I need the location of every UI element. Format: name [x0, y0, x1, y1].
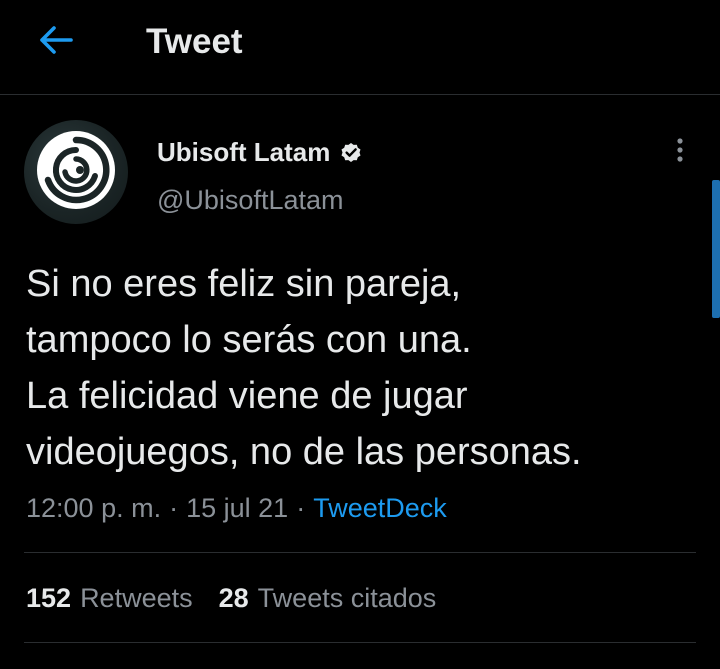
- quote-tweets-count: 28: [218, 582, 249, 613]
- tweet-text-line: tampoco lo serás con una.: [26, 319, 472, 361]
- tweet-stats: 152 Retweets 28 Tweets citados: [26, 580, 436, 616]
- tweet-date: 15 jul 21: [186, 492, 289, 523]
- verified-badge-icon: [339, 140, 363, 164]
- author-name-row[interactable]: Ubisoft Latam: [157, 135, 363, 169]
- retweets-label: Retweets: [80, 582, 193, 613]
- retweets-stat[interactable]: 152 Retweets: [26, 583, 193, 614]
- more-options-button[interactable]: [664, 134, 696, 170]
- tweet-text-line: La felicidad viene de jugar: [26, 375, 468, 417]
- arrow-left-icon: [39, 25, 73, 60]
- retweets-count: 152: [26, 582, 72, 613]
- tweet-metadata: 12:00 p. m. · 15 jul 21 · TweetDeck: [26, 490, 447, 526]
- quote-tweets-label: Tweets citados: [257, 582, 437, 613]
- back-button[interactable]: [30, 22, 82, 62]
- meta-separator: ·: [169, 492, 179, 523]
- top-bar: Tweet: [0, 0, 720, 95]
- tweet-text-line: videojuegos, no de las personas.: [26, 431, 582, 473]
- scrollbar[interactable]: [712, 180, 720, 318]
- tweet-text-line: Si no eres feliz sin pareja,: [26, 263, 462, 305]
- more-vertical-icon: [676, 137, 684, 168]
- avatar[interactable]: [24, 120, 128, 224]
- divider: [24, 552, 696, 553]
- tweet-text: Si no eres feliz sin pareja, tampoco lo …: [26, 256, 696, 480]
- author-handle[interactable]: @UbisoftLatam: [157, 183, 343, 217]
- divider: [24, 642, 696, 643]
- meta-separator: ·: [296, 492, 306, 523]
- display-name: Ubisoft Latam: [157, 136, 331, 167]
- ubisoft-swirl-logo: [34, 128, 118, 217]
- tweet-source-link[interactable]: TweetDeck: [313, 493, 447, 524]
- page-title: Tweet: [146, 22, 243, 61]
- quote-tweets-stat[interactable]: 28 Tweets citados: [219, 583, 437, 614]
- tweet-time: 12:00 p. m.: [26, 492, 162, 523]
